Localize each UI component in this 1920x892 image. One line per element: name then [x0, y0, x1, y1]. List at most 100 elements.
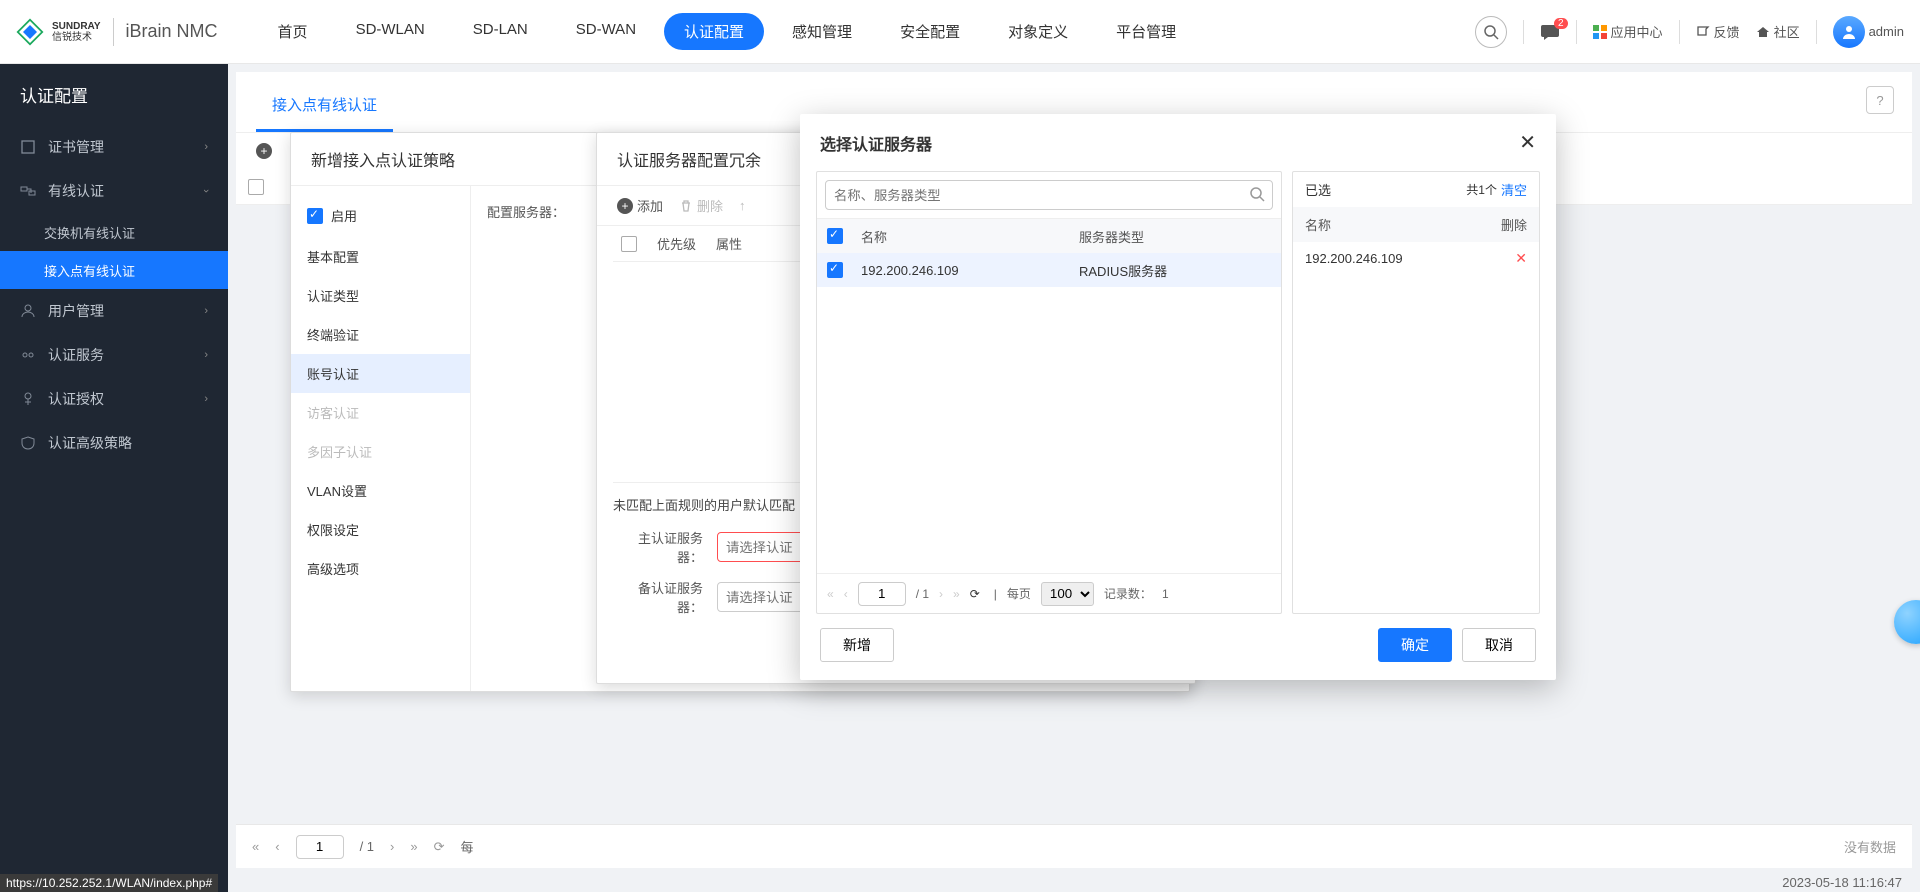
first-page-button[interactable]: «	[252, 839, 259, 854]
tab-ap-wired-auth[interactable]: 接入点有线认证	[256, 80, 393, 132]
messages-button[interactable]: 2	[1540, 24, 1560, 40]
pm-nav-account[interactable]: 账号认证	[291, 354, 470, 393]
enable-checkbox[interactable]	[307, 208, 323, 224]
apps-icon	[1593, 25, 1607, 39]
th-type: 服务器类型	[1079, 227, 1271, 246]
pm-nav-vlan[interactable]: VLAN设置	[291, 471, 470, 510]
nav-sdlan[interactable]: SD-LAN	[453, 13, 548, 50]
brand-en: SUNDRAY	[52, 21, 101, 32]
logo: SUNDRAY 信锐技术 iBrain NMC	[16, 18, 218, 46]
pm-nav-adv[interactable]: 高级选项	[291, 549, 470, 588]
per-page-select[interactable]: 100	[1041, 582, 1094, 606]
last-page-button[interactable]: »	[410, 839, 417, 854]
config-server-label: 配置服务器：	[487, 205, 565, 220]
nav-auth-config[interactable]: 认证配置	[664, 13, 764, 50]
community-label: 社区	[1774, 22, 1800, 41]
nav-home[interactable]: 首页	[258, 13, 328, 50]
sidebar-sub-ap-wired[interactable]: 接入点有线认证	[0, 251, 228, 289]
add-label: 添加	[637, 196, 663, 215]
selector-left-panel: 名称 服务器类型 192.200.246.109 RADIUS服务器 « ‹ /…	[816, 171, 1282, 614]
add-button[interactable]: +	[256, 143, 272, 159]
plus-icon: +	[617, 198, 633, 214]
new-button[interactable]: 新增	[820, 628, 894, 662]
selected-count: 共1个	[1466, 181, 1497, 198]
selector-right-panel: 已选 共1个 清空 名称 删除 192.200.246.109 ✕	[1292, 171, 1540, 614]
logo-divider	[113, 18, 114, 46]
move-up-button[interactable]: ↑	[739, 198, 746, 213]
nav-security[interactable]: 安全配置	[880, 13, 980, 50]
sidebar-item-wired[interactable]: 有线认证 ›	[0, 169, 228, 213]
first-page-button[interactable]: «	[827, 587, 834, 601]
sidebar-item-cert[interactable]: 证书管理 ›	[0, 125, 228, 169]
policy-icon	[20, 435, 36, 451]
page-input[interactable]	[858, 582, 906, 606]
selector-footer: 新增 确定 取消	[800, 614, 1556, 680]
selector-table-row[interactable]: 192.200.246.109 RADIUS服务器	[817, 253, 1281, 287]
selector-select-all[interactable]	[827, 228, 843, 244]
pm-nav-terminal[interactable]: 终端验证	[291, 315, 470, 354]
redun-delete-button[interactable]: 删除	[679, 196, 723, 215]
page-input[interactable]	[296, 835, 344, 859]
sidebar-item-users[interactable]: 用户管理 ›	[0, 289, 228, 333]
select-all-checkbox[interactable]	[248, 179, 264, 195]
pm-nav-authtype[interactable]: 认证类型	[291, 276, 470, 315]
enable-field: 启用	[291, 194, 470, 237]
selector-search-input[interactable]	[825, 180, 1273, 210]
prev-page-button[interactable]: ‹	[275, 839, 279, 854]
sidebar-sub-switch-wired[interactable]: 交换机有线认证	[0, 213, 228, 251]
sidebar-item-adv-policy[interactable]: 认证高级策略	[0, 421, 228, 465]
th-name: 名称	[861, 227, 1061, 246]
search-icon	[1483, 24, 1499, 40]
ok-button[interactable]: 确定	[1378, 628, 1452, 662]
cert-icon	[20, 139, 36, 155]
nav-object[interactable]: 对象定义	[988, 13, 1088, 50]
primary-server-label: 主认证服务器：	[613, 528, 703, 566]
nav-platform[interactable]: 平台管理	[1096, 13, 1196, 50]
next-page-button[interactable]: ›	[390, 839, 394, 854]
selected-row: 192.200.246.109 ✕	[1293, 242, 1539, 275]
row-checkbox[interactable]	[827, 262, 843, 278]
sidebar: 认证配置 证书管理 › 有线认证 › 交换机有线认证 接入点有线认证 用户管理 …	[0, 64, 228, 892]
delete-label: 删除	[697, 196, 723, 215]
separator	[1523, 20, 1524, 44]
pm-nav-mfa[interactable]: 多因子认证	[291, 432, 470, 471]
user-name: admin	[1869, 24, 1904, 39]
grant-icon	[20, 391, 36, 407]
page-total: / 1	[916, 587, 929, 601]
separator	[1576, 20, 1577, 44]
help-button[interactable]: ?	[1866, 86, 1894, 114]
status-timestamp: 2023-05-18 11:16:47	[1774, 873, 1910, 892]
redun-add-button[interactable]: +添加	[617, 196, 663, 215]
nav-sdwan[interactable]: SD-WAN	[556, 13, 656, 50]
next-page-button[interactable]: ›	[939, 587, 943, 601]
selector-pager: « ‹ / 1 › » ⟳ | 每页 100 记录数： 1	[817, 573, 1281, 613]
sidebar-item-auth-grant[interactable]: 认证授权 ›	[0, 377, 228, 421]
prev-page-button[interactable]: ‹	[844, 587, 848, 601]
app-center-link[interactable]: 应用中心	[1593, 22, 1663, 41]
sidebar-item-auth-service[interactable]: 认证服务 ›	[0, 333, 228, 377]
community-link[interactable]: 社区	[1756, 22, 1800, 41]
nav-perception[interactable]: 感知管理	[772, 13, 872, 50]
user-menu[interactable]: admin	[1833, 16, 1904, 48]
wired-icon	[20, 183, 36, 199]
sidebar-label: 认证授权	[48, 389, 104, 409]
clear-button[interactable]: 清空	[1501, 180, 1527, 199]
refresh-button[interactable]: ⟳	[434, 839, 445, 855]
redun-select-all[interactable]	[621, 236, 637, 252]
enable-label: 启用	[331, 206, 357, 225]
remove-button[interactable]: ✕	[1515, 250, 1527, 267]
pm-nav-guest[interactable]: 访客认证	[291, 393, 470, 432]
plus-icon: +	[256, 143, 272, 159]
pm-nav-basic[interactable]: 基本配置	[291, 237, 470, 276]
th-priority: 优先级	[657, 234, 696, 253]
nav-sdwlan[interactable]: SD-WLAN	[336, 13, 445, 50]
feedback-label: 反馈	[1714, 22, 1740, 41]
per-page-label: 每页	[1007, 585, 1031, 602]
pm-nav-perm[interactable]: 权限设定	[291, 510, 470, 549]
search-button[interactable]	[1475, 16, 1507, 48]
feedback-link[interactable]: 反馈	[1696, 22, 1740, 41]
last-page-button[interactable]: »	[953, 587, 960, 601]
close-button[interactable]: ✕	[1519, 130, 1536, 155]
refresh-button[interactable]: ⟳	[970, 587, 980, 601]
cancel-button[interactable]: 取消	[1462, 628, 1536, 662]
